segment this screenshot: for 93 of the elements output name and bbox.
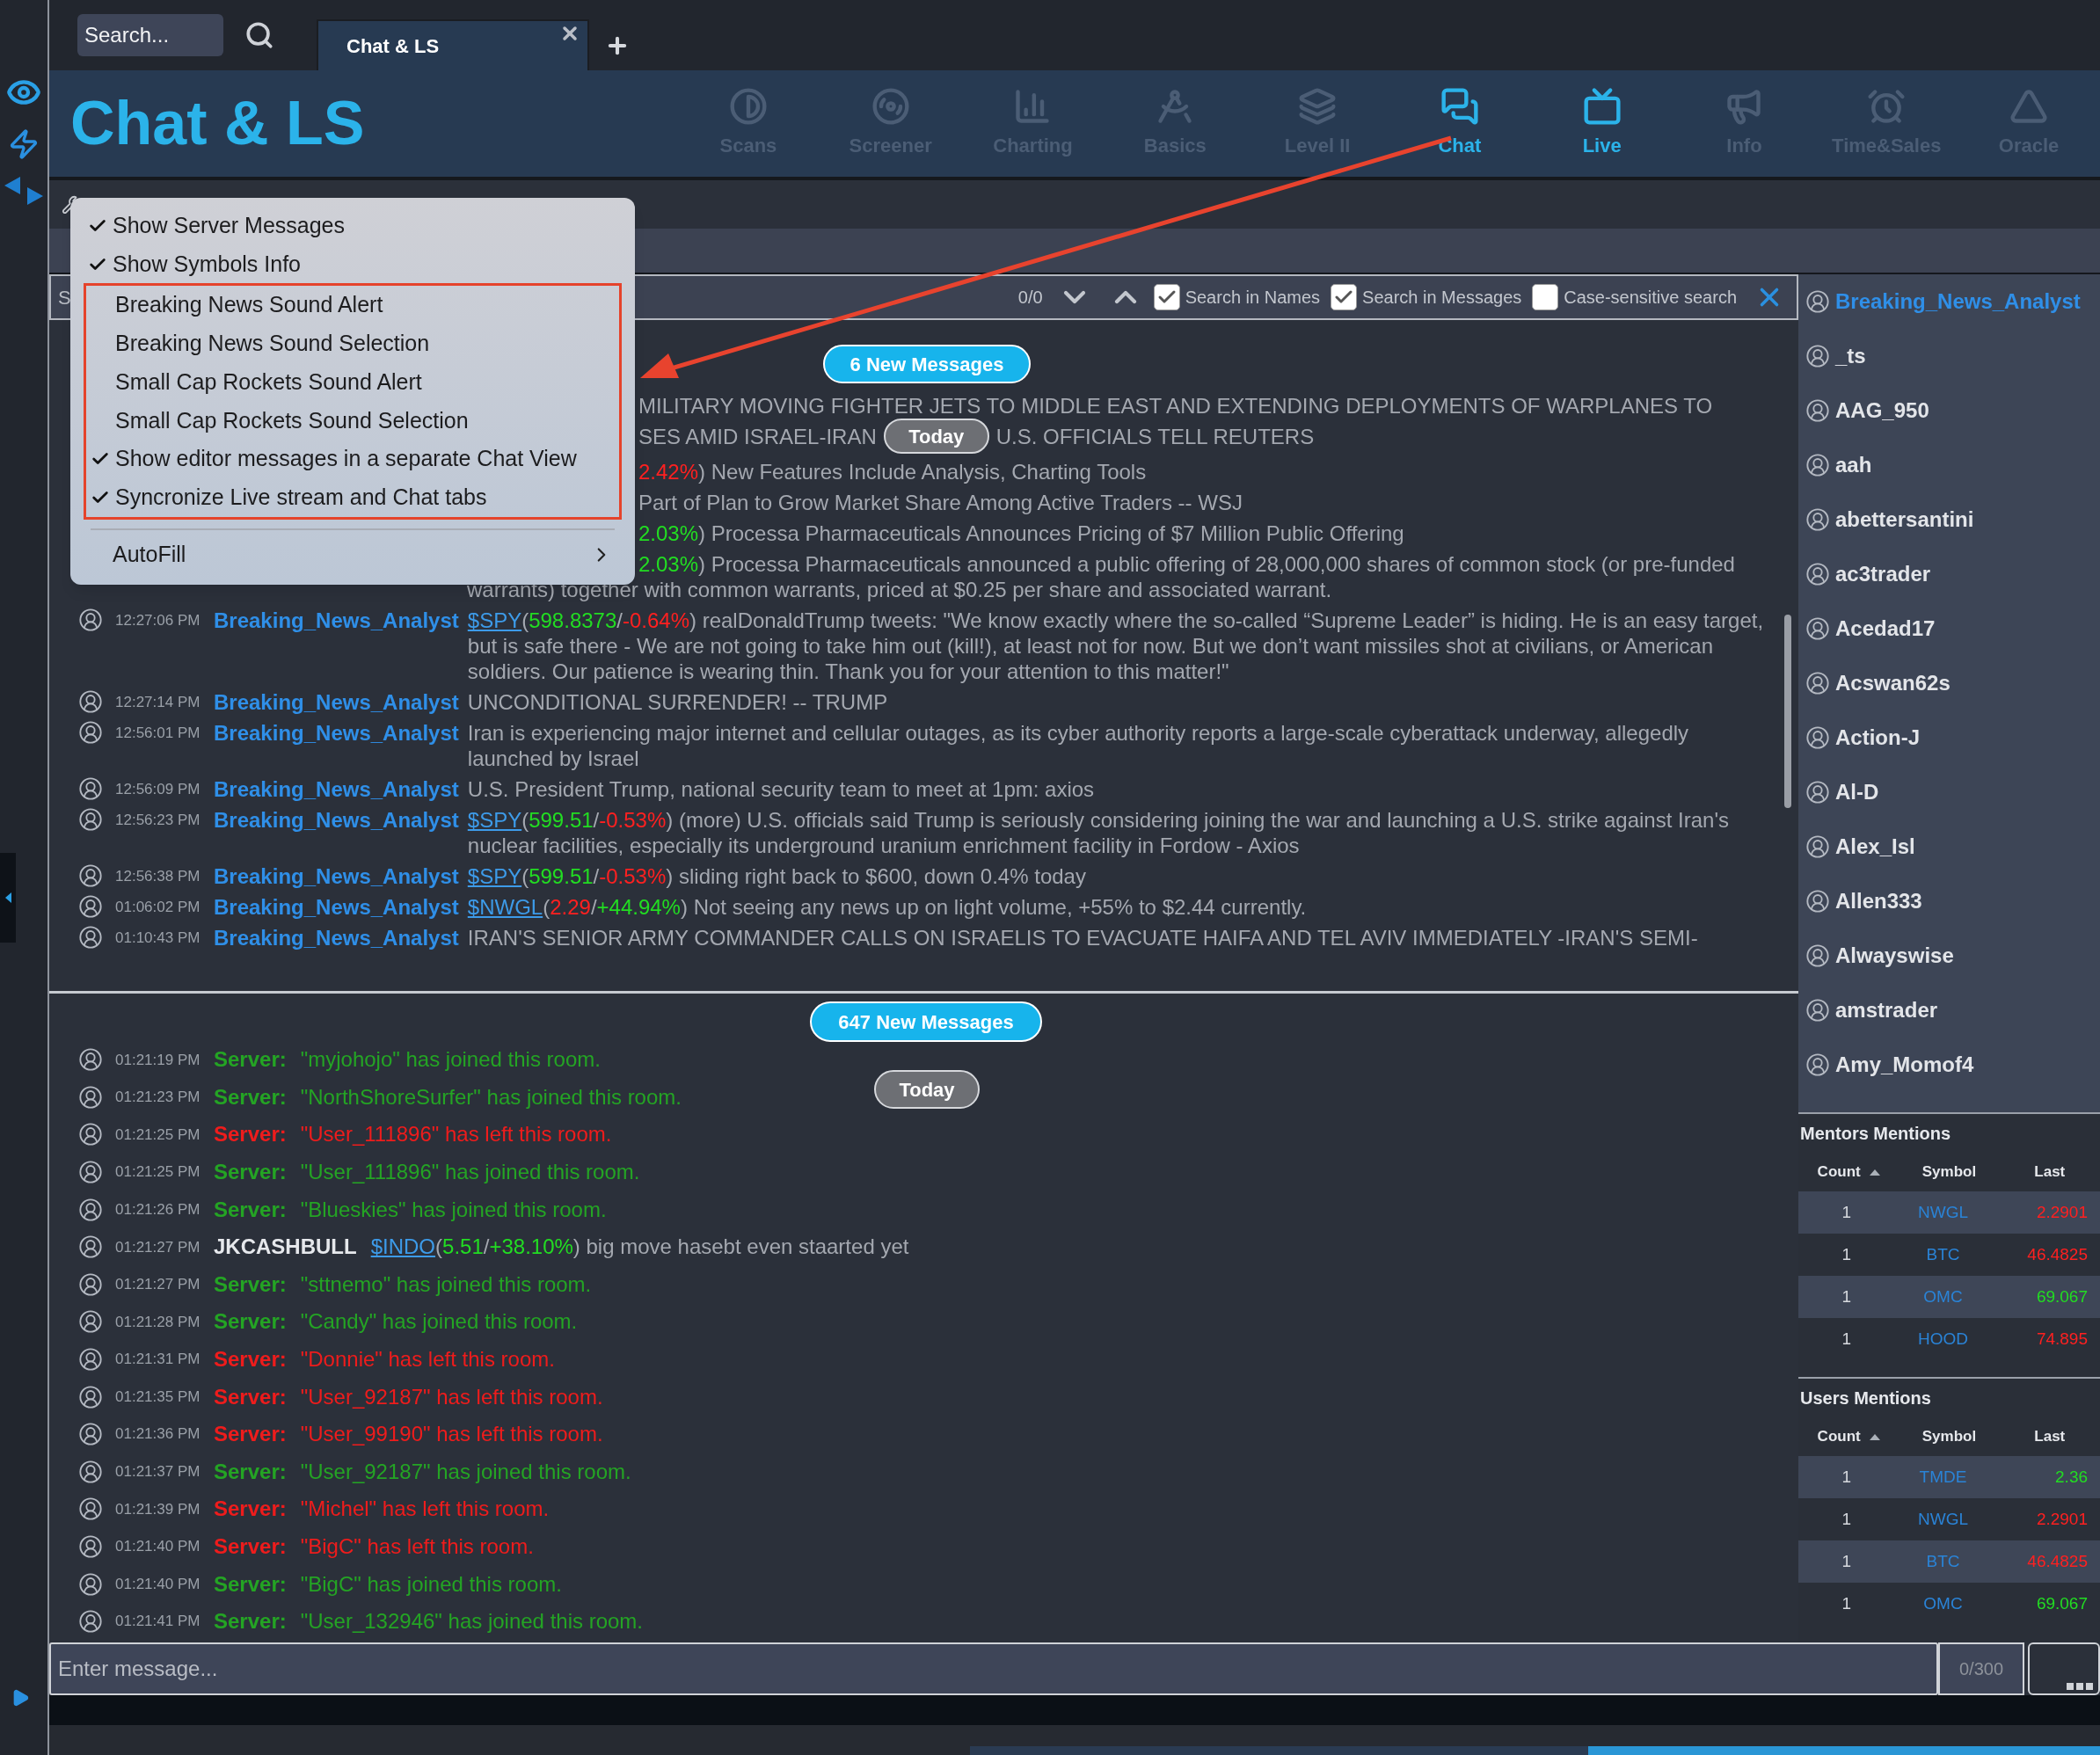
table-cell-text: 46.4825	[2026, 1243, 2089, 1265]
sender-name: Server:	[214, 1159, 287, 1186]
table-cell-text: 1	[1841, 1508, 1853, 1530]
message-time: 01:21:37 PM	[115, 1462, 201, 1482]
message-time: 01:06:02 PM	[115, 898, 201, 917]
message-time: 01:21:36 PM	[115, 1424, 201, 1445]
table-cell-text: 1	[1841, 1243, 1853, 1265]
message-time: 01:21:27 PM	[115, 1237, 201, 1257]
page-title: Chat & LS	[70, 88, 366, 159]
sender-name: Server:	[214, 1570, 287, 1598]
message-time: 01:21:31 PM	[115, 1350, 201, 1370]
sender-name: Server:	[214, 1271, 287, 1298]
table-cell-text: 74.895	[2035, 1328, 2089, 1350]
message-text: "User_99190" has left this room.	[300, 1421, 603, 1448]
message-text: U.S. OFFICIALS TELL REUTERS	[995, 423, 1315, 449]
message-text: "BigC" has joined this room.	[300, 1570, 562, 1598]
message-text: "sttnemo" has joined this room.	[300, 1271, 592, 1298]
message-text: 2.42%) New Features Include Analysis, Charting Tools	[638, 459, 1148, 484]
sender-name: Server:	[214, 1083, 287, 1111]
message-time: 12:27:14 PM	[115, 693, 201, 712]
message-text: Iran is experiencing major internet and cellular outages, as its cyber authority reports a large-scale cyberattack underway, allegedly launched by Israel	[467, 720, 1690, 771]
message-text: UNCONDITIONAL SURRENDER! -- TRUMP	[467, 689, 889, 715]
message-text: $NWGL(2.29/+44.94%) Not seeing any news up on light volume, +55% to $2.44 currently.	[467, 894, 1308, 920]
sender-name: Server:	[214, 1308, 287, 1336]
table-cell-text: 1	[1841, 1328, 1853, 1350]
match-counter: 0/0	[1017, 287, 1043, 309]
sender-name: Server:	[214, 1421, 287, 1448]
sender-name: Server:	[214, 1458, 287, 1485]
message-time: 12:56:01 PM	[115, 724, 201, 743]
message-text: MILITARY MOVING FIGHTER JETS TO MIDDLE EAST AND EXTENDING DEPLOYMENTS OF WARPLANES TO	[638, 393, 1714, 419]
message-text: U.S. President Trump, national security team to meet at 1pm: axios	[467, 776, 1096, 802]
message-text: 2.03%) Processa Pharmaceuticals announced a public offering of 28,000,000 shares of common stock (or pre-funded	[638, 551, 1736, 577]
message-text: "myjohojo" has joined this room.	[300, 1046, 601, 1074]
message-time: 01:21:25 PM	[115, 1125, 201, 1145]
message-time: 12:27:06 PM	[115, 611, 201, 630]
message-time: 01:21:41 PM	[115, 1612, 201, 1632]
message-text: warrants) together with common warrants, priced at $0.25 per share and associated warrant.	[467, 577, 1333, 602]
sender-name: Server:	[214, 1533, 287, 1560]
table-cell-text: 1	[1841, 1466, 1853, 1488]
message-text: IRAN'S SENIOR ARMY COMMANDER CALLS ON ISRAELIS TO EVACUATE HAIFA AND TEL AVIV IMMEDIATELY -IRAN'S SEMI-	[467, 925, 1699, 950]
message-text: "Blueskies" has joined this room.	[300, 1196, 607, 1223]
table-cell-text: 1	[1841, 1285, 1853, 1307]
message-time: 01:21:26 PM	[115, 1199, 201, 1220]
message-time: 01:21:39 PM	[115, 1499, 201, 1519]
message-text: "User_111896" has left this room.	[300, 1121, 612, 1148]
table-cell-text: 1	[1841, 1201, 1853, 1223]
message-text: "User_132946" has joined this room.	[300, 1608, 643, 1635]
message-time: 01:21:40 PM	[115, 1537, 201, 1557]
message-text: $INDO(5.51/+38.10%) big move hasebt even staarted yet	[370, 1234, 909, 1261]
character-counter: 0/300	[1938, 1642, 2024, 1695]
sender-name: Server:	[214, 1196, 287, 1223]
sender-name: Server:	[214, 1346, 287, 1373]
table-cell-text: 2.36	[2054, 1466, 2089, 1488]
message-text: "BigC" has left this room.	[300, 1533, 534, 1560]
date-pill: Today	[874, 1070, 980, 1109]
message-time: 12:56:23 PM	[115, 811, 201, 830]
message-text: "User_111896" has joined this room.	[300, 1159, 640, 1186]
message-time: 01:21:28 PM	[115, 1312, 201, 1332]
message-time: 01:21:40 PM	[115, 1574, 201, 1594]
sender-name: Server:	[214, 1496, 287, 1523]
message-time: 01:21:23 PM	[115, 1088, 201, 1108]
message-time: 01:21:25 PM	[115, 1162, 201, 1183]
message-text: "Michel" has left this room.	[300, 1496, 550, 1523]
message-time: 12:56:38 PM	[115, 867, 201, 886]
message-text: "User_92187" has left this room.	[300, 1383, 603, 1410]
message-time: 01:21:27 PM	[115, 1275, 201, 1295]
table-cell-text: 46.4825	[2026, 1550, 2089, 1572]
message-text: SES AMID ISRAEL-IRAN	[638, 423, 877, 449]
message-time: 01:10:43 PM	[115, 928, 201, 948]
message-time: 01:21:19 PM	[115, 1050, 201, 1070]
message-text: $SPY(598.8373/-0.64%) realDonaldTrump tweets: "We know exactly where the so-called “Supreme Leader” is hiding. He is an easy target, but is safe there - We are not going to take him out (kill!), at least not for now. But we don’t want missiles shot at civilians, or American soldiers. Our patience is wearing thin. Thank you for your attention to this matter!"	[467, 608, 1765, 684]
message-text: "Candy" has joined this room.	[300, 1308, 578, 1336]
sender-name: Server:	[214, 1046, 287, 1074]
sender-name: Server:	[214, 1383, 287, 1410]
date-pill: Today	[883, 419, 989, 454]
section-title: Users Mentions	[1799, 1387, 1932, 1409]
table-cell-text: 1	[1841, 1592, 1853, 1614]
table-cell-text: 1	[1841, 1550, 1853, 1572]
message-time: 01:21:35 PM	[115, 1387, 201, 1407]
table-cell-text: 2.2901	[2035, 1508, 2089, 1530]
table-cell-text: 69.067	[2035, 1592, 2089, 1614]
message-text: "NorthShoreSurfer" has joined this room.	[300, 1083, 682, 1111]
message-text: Part of Plan to Grow Market Share Among Active Traders -- WSJ	[638, 490, 1243, 515]
sender-name: Server:	[214, 1608, 287, 1635]
message-text: "Donnie" has left this room.	[300, 1346, 555, 1373]
message-text: $SPY(599.51/-0.53%) sliding right back to $600, down 0.4% today	[467, 863, 1087, 889]
message-text: 2.03%) Processa Pharmaceuticals Announces Pricing of $7 Million Public Offering	[638, 521, 1405, 546]
sender-name: Server:	[214, 1121, 287, 1148]
table-cell-text: 2.2901	[2035, 1201, 2089, 1223]
message-time: 12:56:09 PM	[115, 780, 201, 799]
table-cell-text: 69.067	[2035, 1285, 2089, 1307]
section-title: Mentors Mentions	[1799, 1123, 1952, 1145]
message-text: "User_92187" has joined this room.	[300, 1458, 631, 1485]
